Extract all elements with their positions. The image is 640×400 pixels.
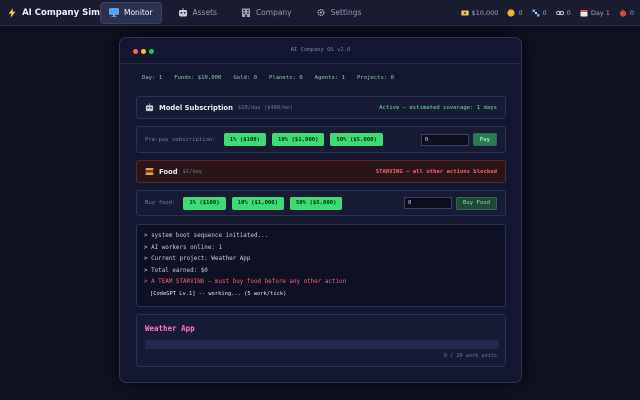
status-gold: Gold: 0 xyxy=(233,74,257,81)
window-titlebar: AI Company OS v2.0 xyxy=(120,38,521,64)
money-icon xyxy=(460,10,469,16)
satellite-icon xyxy=(532,9,540,17)
log-line: > Total earned: $0 xyxy=(144,267,208,274)
stat-planets-value: 0 xyxy=(542,9,547,17)
stat-links-value: 0 xyxy=(566,9,571,17)
stat-food: 0 xyxy=(619,9,634,17)
buy-food-1pct-button[interactable]: 1% ($100) xyxy=(183,196,226,210)
status-planets: Planets: 0 xyxy=(268,74,303,81)
window-title: AI Company OS v2.0 xyxy=(290,47,351,53)
stat-gold-value: 0 xyxy=(518,9,523,17)
tab-monitor-label: Monitor xyxy=(124,8,153,17)
prepay-50pct-button[interactable]: 50% ($5,000) xyxy=(330,133,383,146)
project-work-units: 0 / 20 work units xyxy=(443,353,497,359)
stat-gold: 0 xyxy=(507,9,523,17)
stat-funds-value: $10,000 xyxy=(471,9,499,17)
food-rate: $1/day xyxy=(182,168,203,175)
model-subscription-rate: $10/day ($400/mo) xyxy=(237,104,294,111)
tab-assets-label: Assets xyxy=(192,8,217,17)
status-day: Day: 1 xyxy=(142,74,163,81)
main-tabs: Monitor Assets Company Settings xyxy=(100,0,377,26)
prepay-subscription-panel: Pre-pay subscription: 1% ($100) 10% ($1,… xyxy=(136,126,506,153)
top-navigation-bar: AI Company Sim Monitor Assets Company Se… xyxy=(0,0,640,26)
monitor-icon xyxy=(109,8,119,17)
model-subscription-panel: Model Subscription $10/day ($400/mo) Act… xyxy=(136,96,506,119)
status-funds: Funds: $10,000 xyxy=(174,74,222,81)
buy-food-amount-input[interactable]: 0 xyxy=(404,197,453,209)
buy-food-50pct-button[interactable]: 50% ($5,000) xyxy=(290,196,343,210)
log-line-warning: > A TEAM STARVING — must buy food before… xyxy=(144,279,347,285)
project-card: Weather App 0 / 20 work units xyxy=(136,314,506,367)
prepay-10pct-button[interactable]: 10% ($1,000) xyxy=(272,133,325,146)
stat-day: Day 1 xyxy=(580,9,610,17)
resource-stats: $10,000 0 0 0 Day 1 0 xyxy=(452,0,634,26)
apple-icon xyxy=(619,9,626,17)
stat-food-value: 0 xyxy=(629,9,634,17)
model-subscription-title: Model Subscription xyxy=(159,103,233,112)
tab-settings-label: Settings xyxy=(330,8,362,17)
food-status: STARVING — all other actions blocked xyxy=(375,168,497,175)
buy-food-label: Buy food: xyxy=(145,200,176,206)
pay-button[interactable]: Pay xyxy=(472,133,497,146)
stat-planets: 0 xyxy=(532,9,547,17)
gear-icon xyxy=(317,8,325,17)
stat-funds: $10,000 xyxy=(460,9,499,17)
brand: AI Company Sim xyxy=(8,6,100,20)
calendar-icon xyxy=(580,10,588,17)
food-panel: Food $1/day STARVING — all other actions… xyxy=(136,160,506,183)
coin-icon xyxy=(507,9,515,17)
tab-company[interactable]: Company xyxy=(233,2,300,24)
status-projects: Projects: 0 xyxy=(356,74,394,81)
model-subscription-status: Active — estimated coverage: 1 days xyxy=(379,104,497,111)
buy-food-panel: Buy food: 1% ($100) 10% ($1,000) 50% ($5… xyxy=(136,190,506,216)
tab-assets[interactable]: Assets xyxy=(170,2,225,24)
prepay-1pct-button[interactable]: 1% ($100) xyxy=(223,133,267,146)
buy-food-10pct-button[interactable]: 10% ($1,000) xyxy=(231,196,285,210)
app-title: AI Company Sim xyxy=(22,7,100,18)
tab-company-label: Company xyxy=(255,8,292,17)
project-title: Weather App xyxy=(145,324,195,333)
stat-day-value: Day 1 xyxy=(590,9,610,17)
link-icon xyxy=(555,11,564,15)
building-icon xyxy=(241,8,250,17)
buy-food-button[interactable]: Buy Food xyxy=(456,196,497,210)
robot-icon xyxy=(145,103,154,112)
prepay-amount-input[interactable]: 0 xyxy=(420,133,469,146)
tab-settings[interactable]: Settings xyxy=(308,2,370,24)
tab-monitor[interactable]: Monitor xyxy=(100,1,162,24)
prepay-label: Pre-pay subscription: xyxy=(145,136,216,143)
status-line: Day: 1 Funds: $10,000 Gold: 0 Planets: 0… xyxy=(136,69,506,86)
log-line-worker: [CodeGPT Lv.1] -- working... (5 work/tic… xyxy=(150,290,287,297)
status-agents: Agents: 1 xyxy=(314,74,345,81)
robot-icon xyxy=(178,8,187,17)
food-title: Food xyxy=(159,167,178,176)
lightning-bolt-icon xyxy=(8,7,16,18)
os-window: AI Company OS v2.0 Day: 1 Funds: $10,000… xyxy=(119,37,522,383)
log-line: > Current project: Weather App xyxy=(144,256,251,262)
stat-links: 0 xyxy=(555,9,571,17)
activity-log: > system boot sequence initiated... > AI… xyxy=(136,224,506,307)
food-icon xyxy=(145,168,154,175)
log-line: > AI workers online: 1 xyxy=(144,244,223,251)
project-progress-bar xyxy=(145,340,499,349)
log-line: > system boot sequence initiated... xyxy=(144,233,269,239)
